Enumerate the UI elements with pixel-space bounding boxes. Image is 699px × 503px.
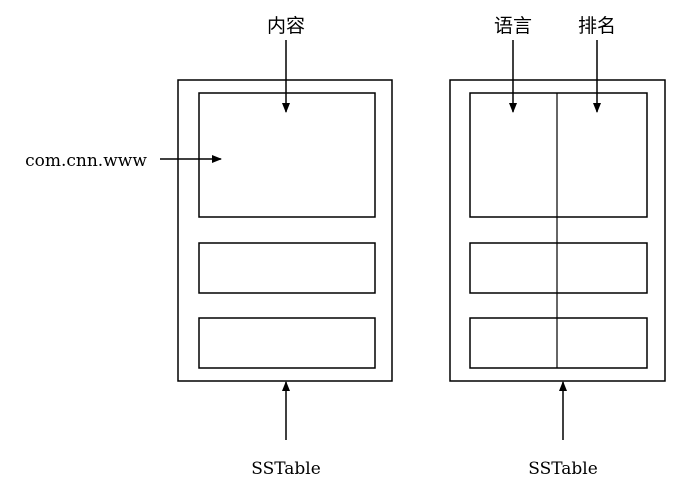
language-label: 语言	[494, 15, 532, 37]
sstable-diagram: 内容 语言 排名 com.cnn.www SSTable SSTable	[25, 15, 666, 479]
right-block-2	[469, 242, 648, 294]
left-block-content	[198, 92, 376, 218]
sstable-right-label: SSTable	[528, 459, 598, 479]
rank-label: 排名	[578, 15, 616, 37]
right-block-3	[469, 317, 648, 369]
right-block-1	[469, 92, 648, 218]
right-sstable	[449, 79, 666, 382]
content-label: 内容	[267, 15, 305, 37]
row-key-label: com.cnn.www	[25, 151, 147, 171]
left-sstable-frame	[177, 79, 393, 382]
left-block-2	[198, 242, 376, 294]
left-block-3	[198, 317, 376, 369]
left-sstable	[177, 79, 393, 382]
sstable-left-label: SSTable	[251, 459, 321, 479]
